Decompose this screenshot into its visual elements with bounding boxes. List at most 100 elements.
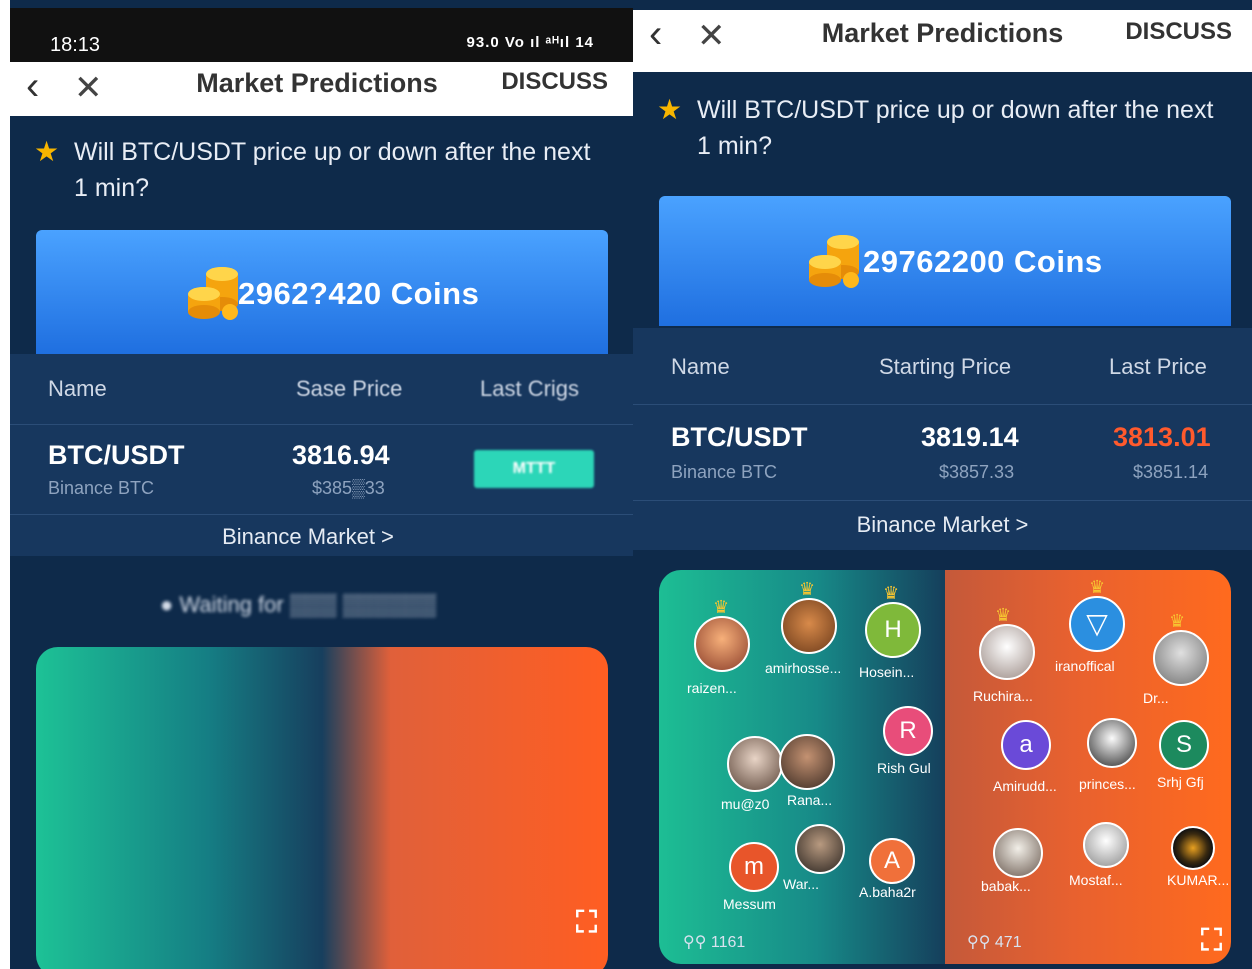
username: Srhj Gfj <box>1157 774 1204 790</box>
start-price-usd: $385▒33 <box>312 478 385 498</box>
price-table: Name Sase Price Last Crigs BTC/USDT Bina… <box>10 354 634 556</box>
status-bar: 18:13 93.0 Vo ıl ᵃᴴıl 14 <box>10 8 634 62</box>
avatar[interactable] <box>694 616 750 672</box>
right-screenshot-panel: ‹ ✕ Market Predictions DISCUSS ★ Will BT… <box>633 0 1252 969</box>
fullscreen-icon[interactable]: ⛶ <box>576 906 597 940</box>
header-name: Name <box>48 376 107 401</box>
last-price-usd: $3851.14 <box>1133 462 1209 482</box>
username: babak... <box>981 878 1031 894</box>
coins-icon <box>809 235 859 288</box>
prediction-question: ★ Will BTC/USDT price up or down after t… <box>657 92 1222 164</box>
down-side-panel[interactable]: ♛ Ruchira... ♛ ▽ iranoffical ♛ Dr... a A… <box>945 570 1231 964</box>
row-divider <box>10 424 634 425</box>
avatar[interactable]: a <box>1001 720 1051 770</box>
start-price: 3819.14 <box>921 422 1019 452</box>
avatar[interactable]: A <box>869 838 915 884</box>
prediction-question: ★ Will BTC/USDT price up or down after t… <box>34 134 604 206</box>
crown-icon: ♛ <box>713 597 730 617</box>
top-nav-bar: ‹ ✕ Market Predictions DISCUSS <box>10 62 634 116</box>
status-time: 18:13 <box>50 34 101 56</box>
username: iranoffical <box>1055 658 1115 674</box>
username: A.baha2r <box>859 884 916 900</box>
username: Rish Gul <box>877 760 931 776</box>
username: princes... <box>1079 776 1136 792</box>
prediction-arena: ♛ raizen... ♛ amirhosse... ♛ H Hosein...… <box>659 570 1231 964</box>
star-icon: ★ <box>657 94 683 125</box>
row-divider <box>633 404 1252 405</box>
coin-amount: 29762200 Coins <box>863 244 1103 279</box>
username: amirhosse... <box>765 660 842 676</box>
coins-icon <box>188 267 238 320</box>
row-divider <box>633 500 1252 501</box>
avatar[interactable] <box>779 734 835 790</box>
top-nav-bar: ‹ ✕ Market Predictions DISCUSS <box>633 10 1252 72</box>
username: Ruchira... <box>973 688 1033 704</box>
crown-icon: ♛ <box>883 583 900 603</box>
avatar[interactable] <box>993 828 1043 878</box>
avatar[interactable] <box>1153 630 1209 686</box>
header-last-price: Last Price <box>1109 354 1207 379</box>
header-start-price: Starting Price <box>879 354 1012 379</box>
username: Amirudd... <box>993 778 1057 794</box>
users-icon: ⚲⚲ <box>967 934 995 951</box>
waiting-status: ● Waiting for ▒▒▒ ▒▒▒▒▒▒ <box>160 592 437 617</box>
avatar[interactable] <box>781 598 837 654</box>
start-price-usd: $3857.33 <box>939 462 1015 482</box>
crown-icon: ♛ <box>1089 577 1106 597</box>
crown-icon: ♛ <box>1169 611 1186 631</box>
username: raizen... <box>687 680 737 696</box>
username: mu@z0 <box>721 796 770 812</box>
avatar[interactable] <box>1171 826 1215 870</box>
row-divider <box>10 514 634 515</box>
up-side-panel[interactable]: ♛ raizen... ♛ amirhosse... ♛ H Hosein...… <box>659 570 945 964</box>
username: Rana... <box>787 792 833 808</box>
coin-amount: 2962?420 Coins <box>238 276 480 311</box>
avatar[interactable] <box>1083 822 1129 868</box>
pair-name: BTC/USDT <box>671 422 808 452</box>
binance-market-link[interactable]: Binance Market > <box>10 524 620 550</box>
discuss-button[interactable]: DISCUSS <box>1125 18 1232 46</box>
avatar[interactable] <box>727 736 783 792</box>
username: War... <box>783 876 820 892</box>
down-count-value: 471 <box>994 934 1022 951</box>
avatar[interactable]: m <box>729 842 779 892</box>
status-icons: 93.0 Vo ıl ᵃᴴıl 14 <box>466 34 594 51</box>
fullscreen-icon[interactable]: ⛶ <box>1201 924 1222 958</box>
up-count-value: 1161 <box>710 934 746 951</box>
header-last-price: Last Crigs <box>480 376 580 401</box>
avatar[interactable] <box>795 824 845 874</box>
exchange-name: Binance BTC <box>48 478 155 498</box>
start-price: 3816.94 <box>292 440 390 470</box>
discuss-button[interactable]: DISCUSS <box>501 68 608 96</box>
header-start-price: Sase Price <box>296 376 403 401</box>
down-count: ⚲⚲ 471 <box>967 932 1022 952</box>
header-name: Name <box>671 354 730 379</box>
binance-market-link[interactable]: Binance Market > <box>633 512 1252 538</box>
price-table: Name Starting Price Last Price BTC/USDT … <box>633 328 1252 550</box>
left-screenshot-panel: 18:13 93.0 Vo ıl ᵃᴴıl 14 ‹ ✕ Market Pred… <box>10 0 634 969</box>
exchange-name: Binance BTC <box>671 462 778 482</box>
question-text: Will BTC/USDT price up or down after the… <box>697 96 1214 160</box>
prediction-arena <box>36 647 608 969</box>
username: Messum <box>723 896 776 912</box>
users-icon: ⚲⚲ <box>683 934 711 951</box>
question-text: Will BTC/USDT price up or down after the… <box>74 138 591 202</box>
avatar[interactable] <box>1087 718 1137 768</box>
avatar[interactable]: ▽ <box>1069 596 1125 652</box>
username: Mostaf... <box>1069 872 1123 888</box>
username: KUMAR... <box>1167 872 1230 888</box>
username: Hosein... <box>859 664 915 680</box>
pair-name: BTC/USDT <box>48 440 185 470</box>
avatar[interactable]: H <box>865 602 921 658</box>
crown-icon: ♛ <box>995 605 1012 625</box>
avatar[interactable] <box>979 624 1035 680</box>
username: Dr... <box>1143 690 1169 706</box>
avatar[interactable]: R <box>883 706 933 756</box>
coin-balance-bar: 29762200 Coins <box>659 196 1231 326</box>
up-count: ⚲⚲ 1161 <box>683 932 745 952</box>
last-price: 3813.01 <box>1113 422 1211 452</box>
crown-icon: ♛ <box>799 579 816 599</box>
last-price-flash: MTTT <box>474 450 594 488</box>
avatar[interactable]: S <box>1159 720 1209 770</box>
coin-balance-bar: 2962?420 Coins <box>36 230 608 354</box>
